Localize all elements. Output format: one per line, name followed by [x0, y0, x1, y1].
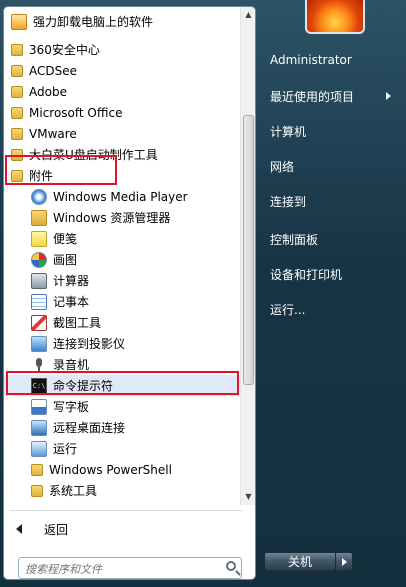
program-item-snipping-tool[interactable]: 截图工具: [4, 312, 240, 333]
folder-icon: [31, 463, 43, 476]
search-box[interactable]: [18, 557, 242, 579]
accessories-highlight: [5, 155, 117, 185]
back-label: 返回: [44, 522, 69, 537]
program-item-explorer[interactable]: Windows 资源管理器: [4, 207, 240, 228]
folder-icon: [11, 106, 23, 119]
program-item-system-tools[interactable]: 系统工具: [4, 480, 240, 501]
program-item-office[interactable]: Microsoft Office: [4, 102, 240, 123]
program-label: 便笺: [53, 232, 78, 246]
search-icon[interactable]: [226, 561, 236, 571]
right-item-recent[interactable]: 最近使用的项目: [270, 88, 354, 105]
right-item-run[interactable]: 运行...: [270, 301, 305, 318]
user-avatar[interactable]: [305, 0, 365, 34]
program-label: 远程桌面连接: [53, 421, 126, 435]
shutdown-options-button[interactable]: [336, 552, 353, 571]
right-item-connect-to[interactable]: 连接到: [270, 193, 306, 210]
program-item-vmware[interactable]: VMware: [4, 123, 240, 144]
start-menu: 强力卸载电脑上的软件 360安全中心 ACDSee Adobe Microsof…: [0, 0, 406, 587]
back-arrow-icon: [16, 524, 22, 534]
submenu-arrow-icon: [386, 92, 391, 100]
sticky-notes-icon: [31, 230, 47, 247]
program-item-wordpad[interactable]: 写字板: [4, 396, 240, 417]
program-label: 运行: [53, 442, 78, 456]
program-label: 写字板: [53, 400, 90, 414]
programs-scrollbar[interactable]: ▲ ▼: [240, 7, 255, 505]
snipping-tool-icon: [31, 314, 47, 331]
command-prompt-highlight: [6, 371, 239, 395]
program-label: Windows 资源管理器: [53, 211, 171, 225]
separator: [10, 510, 242, 511]
program-item-acdsee[interactable]: ACDSee: [4, 60, 240, 81]
program-item-projector[interactable]: 连接到投影仪: [4, 333, 240, 354]
program-item-uninstaller[interactable]: 强力卸载电脑上的软件: [4, 11, 240, 32]
program-item-powershell[interactable]: Windows PowerShell: [4, 459, 240, 480]
program-item-sticky-notes[interactable]: 便笺: [4, 228, 240, 249]
program-label: VMware: [29, 126, 77, 141]
program-label: 强力卸载电脑上的软件: [33, 15, 154, 29]
projector-icon: [31, 335, 47, 352]
program-label: 画图: [53, 253, 78, 267]
folder-icon: [31, 484, 43, 497]
folder-icon: [11, 64, 23, 77]
scroll-thumb[interactable]: [243, 115, 254, 385]
program-item-paint[interactable]: 画图: [4, 249, 240, 270]
program-label: 截图工具: [53, 316, 102, 330]
program-label: 系统工具: [49, 484, 98, 498]
program-label: Adobe: [29, 84, 67, 99]
media-player-icon: [31, 188, 47, 205]
program-label: 360安全中心: [29, 43, 100, 57]
program-item-notepad[interactable]: 记事本: [4, 291, 240, 312]
program-label: Windows Media Player: [53, 189, 188, 204]
program-label: Microsoft Office: [29, 105, 123, 120]
right-item-network[interactable]: 网络: [270, 158, 294, 175]
run-icon: [31, 440, 47, 457]
explorer-icon: [31, 209, 47, 226]
program-label: ACDSee: [29, 63, 77, 78]
scroll-down-icon[interactable]: ▼: [241, 489, 255, 505]
program-item-run[interactable]: 运行: [4, 438, 240, 459]
calculator-icon: [31, 272, 47, 289]
program-item-adobe[interactable]: Adobe: [4, 81, 240, 102]
program-label: 连接到投影仪: [53, 337, 126, 351]
search-input[interactable]: [23, 560, 217, 578]
right-item-devices-printers[interactable]: 设备和打印机: [270, 266, 342, 283]
program-item-360[interactable]: 360安全中心: [4, 39, 240, 60]
notepad-icon: [31, 293, 47, 310]
right-item-computer[interactable]: 计算机: [270, 123, 306, 140]
remote-desktop-icon: [31, 419, 47, 436]
wordpad-icon: [31, 398, 47, 415]
program-label: Windows PowerShell: [49, 462, 172, 477]
folder-icon: [11, 85, 23, 98]
program-label: 记事本: [53, 295, 90, 309]
back-button[interactable]: 返回: [16, 517, 68, 541]
program-label: 计算器: [53, 274, 90, 288]
paint-icon: [31, 251, 47, 268]
right-item-control-panel[interactable]: 控制面板: [270, 231, 318, 248]
shutdown-button[interactable]: 关机: [264, 552, 336, 571]
folder-icon: [11, 43, 23, 56]
programs-pane: 强力卸载电脑上的软件 360安全中心 ACDSee Adobe Microsof…: [3, 6, 256, 580]
scroll-up-icon[interactable]: ▲: [241, 7, 255, 23]
program-item-remote-desktop[interactable]: 远程桌面连接: [4, 417, 240, 438]
right-item-user[interactable]: Administrator: [270, 53, 352, 67]
all-programs-list: 强力卸载电脑上的软件 360安全中心 ACDSee Adobe Microsof…: [4, 7, 240, 505]
uninstall-icon: [11, 13, 27, 30]
folder-icon: [11, 127, 23, 140]
program-item-calculator[interactable]: 计算器: [4, 270, 240, 291]
program-item-media-player[interactable]: Windows Media Player: [4, 186, 240, 207]
